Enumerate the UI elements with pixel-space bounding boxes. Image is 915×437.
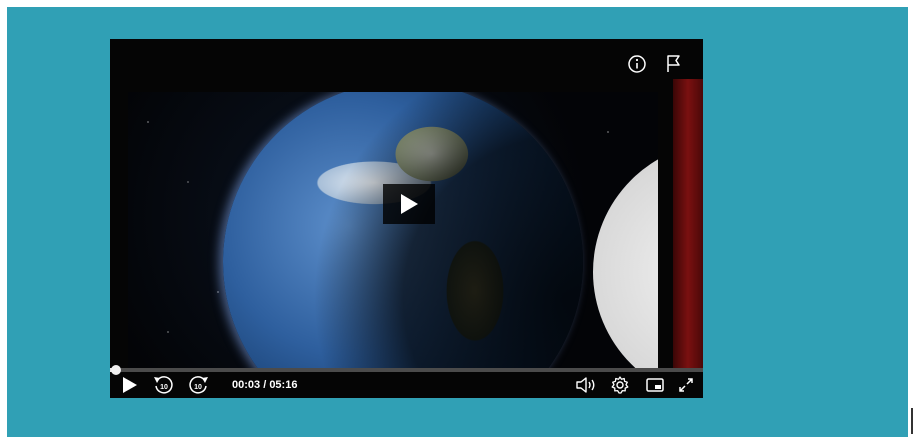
gear-icon [611, 376, 629, 394]
video-frame[interactable] [128, 92, 658, 368]
volume-icon [576, 377, 595, 393]
total-duration: 05:16 [269, 379, 298, 391]
rewind-seconds-label: 10 [160, 384, 168, 391]
scrollbar-fragment [911, 408, 913, 434]
red-glow [673, 79, 703, 369]
time-display: 00:03 / 05:16 [232, 379, 297, 391]
picture-in-picture-icon [646, 378, 664, 392]
earth-image [223, 92, 583, 368]
forward-seconds-label: 10 [194, 384, 202, 391]
info-icon[interactable] [626, 53, 648, 75]
control-bar: 10 10 00:03 / 05:16 [110, 372, 703, 398]
current-time: 00:03 [232, 379, 261, 391]
time-separator: / [260, 379, 270, 391]
fullscreen-icon [679, 378, 693, 392]
rewind-10-button[interactable]: 10 [152, 375, 174, 395]
big-play-button[interactable] [383, 184, 435, 224]
fullscreen-button[interactable] [677, 375, 695, 395]
forward-10-icon: 10 [189, 376, 208, 394]
volume-button[interactable] [575, 375, 599, 395]
video-player[interactable]: 10 10 00:03 / 05:16 [110, 39, 703, 398]
settings-button[interactable] [610, 375, 630, 395]
rewind-10-icon: 10 [154, 376, 173, 394]
play-button[interactable] [122, 375, 138, 395]
flag-icon[interactable] [663, 53, 685, 75]
play-icon [123, 377, 137, 393]
picture-in-picture-button[interactable] [645, 375, 665, 395]
forward-10-button[interactable]: 10 [188, 375, 210, 395]
play-icon [401, 194, 418, 214]
